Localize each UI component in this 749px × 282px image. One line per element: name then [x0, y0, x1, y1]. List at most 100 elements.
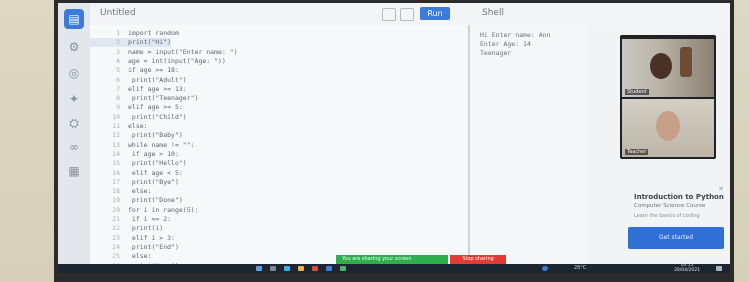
course-subtitle: Computer Science Course	[634, 203, 706, 209]
code-text: print("End")	[128, 242, 179, 251]
line-number: 3	[116, 47, 120, 56]
line-number: 16	[112, 168, 120, 177]
code-line[interactable]: 19 print("Done")	[90, 196, 183, 205]
code-line[interactable]: 16 elif age < 5:	[90, 169, 183, 178]
code-line[interactable]: 25 else:	[90, 252, 151, 261]
code-line[interactable]: 14 if age > 10:	[90, 150, 179, 159]
code-text: print("Done")	[128, 196, 183, 205]
line-number: 1	[116, 29, 120, 37]
code-line[interactable]: 18 else:	[90, 187, 151, 196]
code-line[interactable]: 4 age = int(input("Age: "))	[90, 57, 226, 66]
code-text: print("Adult")	[128, 75, 187, 84]
star-icon[interactable]: ✦	[64, 89, 84, 109]
participant-avatar	[656, 111, 680, 141]
code-line[interactable]: 15 print("Hello")	[90, 159, 187, 168]
code-line[interactable]: 21 if i == 2:	[90, 215, 171, 224]
link-icon[interactable]: ∞	[64, 137, 84, 157]
start-icon[interactable]	[256, 266, 262, 271]
code-text: while name != "":	[128, 140, 195, 149]
clock[interactable]: 10:15 20/04/2021	[674, 263, 700, 273]
files-icon[interactable]: ▤	[64, 9, 84, 29]
mail-icon[interactable]	[326, 266, 332, 271]
sharing-indicator: You are sharing your screen	[336, 255, 448, 264]
line-number: 8	[116, 94, 120, 103]
code-text: print("Bye")	[128, 177, 179, 186]
code-line[interactable]: 2 print("Hi")	[90, 38, 172, 48]
participant-avatar	[650, 53, 672, 79]
background-shelf	[680, 47, 692, 77]
code-line[interactable]: 22 print(i)	[90, 224, 163, 233]
code-line[interactable]: 5 if age >= 18:	[90, 66, 179, 75]
left-sidebar: ▤ ⚙ ◎ ✦ ⛭ ∞ ▦	[58, 3, 91, 273]
line-number: 20	[112, 205, 120, 214]
code-line[interactable]: 12 print("Baby")	[90, 131, 183, 140]
code-text: print("Teenager")	[128, 94, 199, 103]
code-editor[interactable]: 1 import random 2 print("Hi") 3 name = input(…	[90, 25, 470, 273]
output-tab[interactable]: Shell	[482, 8, 504, 18]
line-number: 4	[116, 56, 120, 65]
display: ▤ ⚙ ◎ ✦ ⛭ ∞ ▦ Untitled Run Shell 1 import…	[58, 3, 730, 273]
participant-tile[interactable]: Teacher	[622, 99, 714, 157]
file-tab[interactable]: Untitled	[100, 8, 136, 18]
close-icon[interactable]: ✕	[718, 185, 724, 193]
code-line[interactable]: 1 import random	[90, 29, 179, 38]
output-line: Teenager	[480, 49, 512, 57]
code-line[interactable]: 20 for i in range(5):	[90, 206, 198, 215]
output-line: Hi Enter name: Ann	[480, 31, 551, 39]
participant-tile[interactable]: Student	[622, 39, 714, 97]
code-line[interactable]: 6 print("Adult")	[90, 76, 187, 85]
code-text: elif age >= 5:	[128, 103, 183, 112]
edge-icon[interactable]	[284, 266, 290, 271]
code-line[interactable]: 8 print("Teenager")	[90, 94, 198, 103]
monitor: ▤ ⚙ ◎ ✦ ⛭ ∞ ▦ Untitled Run Shell 1 import…	[54, 0, 734, 282]
right-panel: Student Teacher ✕ Introduction to Python…	[588, 25, 730, 273]
code-text: print("Hello")	[128, 159, 187, 168]
code-line[interactable]: 3 name = input("Enter name: ")	[90, 48, 238, 57]
code-line[interactable]: 10 print("Child")	[90, 113, 187, 122]
participant-name: Student	[625, 89, 649, 95]
settings-icon[interactable]	[400, 8, 414, 21]
stop-sharing-button[interactable]: Stop sharing	[450, 255, 506, 264]
code-text: elif age >= 13:	[128, 84, 187, 93]
video-call-window[interactable]: Student Teacher	[620, 35, 716, 159]
code-line[interactable]: 24 print("End")	[90, 243, 179, 252]
course-title: Introduction to Python	[634, 193, 724, 201]
code-line[interactable]: 23 elif i > 3:	[90, 234, 175, 243]
code-text: for i in range(5):	[128, 205, 199, 214]
code-line[interactable]: 7 elif age >= 13:	[90, 85, 187, 94]
code-text: print("Baby")	[128, 131, 183, 140]
zoom-icon[interactable]	[542, 266, 548, 271]
code-line[interactable]: 13 while name != "":	[90, 140, 195, 150]
code-text: name = input("Enter name: ")	[128, 47, 238, 56]
settings-icon[interactable]: ⛭	[64, 113, 84, 133]
folder-icon[interactable]	[298, 266, 304, 271]
notification-icon[interactable]	[716, 266, 722, 271]
share-icon[interactable]	[382, 8, 396, 21]
document-icon[interactable]: ▦	[64, 161, 84, 181]
office-icon[interactable]	[312, 266, 318, 271]
code-line[interactable]: 11 else:	[90, 122, 148, 131]
code-line[interactable]: 17 print("Bye")	[90, 178, 179, 187]
screen-share-bar: You are sharing your screen Stop sharing	[336, 255, 506, 264]
globe-icon[interactable]: ◎	[64, 63, 84, 83]
line-number: 13	[112, 140, 120, 149]
run-button[interactable]: Run	[420, 7, 450, 20]
line-number: 2	[116, 38, 120, 47]
code-text: elif age < 5:	[128, 168, 183, 177]
code-line[interactable]: 9 elif age >= 5:	[90, 103, 183, 112]
output-line: Enter Age: 14	[480, 40, 531, 48]
line-number: 9	[116, 103, 120, 112]
gear-icon[interactable]: ⚙	[64, 37, 84, 57]
code-text: if age >= 18:	[128, 66, 179, 75]
get-started-button[interactable]: Get started	[628, 227, 724, 249]
line-number: 24	[112, 242, 120, 251]
code-text: if age > 10:	[128, 149, 179, 158]
code-text: import random	[128, 29, 179, 37]
code-text: print("Hi")	[128, 38, 172, 47]
search-icon[interactable]	[270, 266, 276, 271]
line-number: 17	[112, 177, 120, 186]
code-text: else:	[128, 122, 148, 130]
chrome-icon[interactable]	[340, 266, 346, 271]
line-number: 15	[112, 159, 120, 168]
top-bar: Untitled Run Shell	[90, 3, 730, 26]
